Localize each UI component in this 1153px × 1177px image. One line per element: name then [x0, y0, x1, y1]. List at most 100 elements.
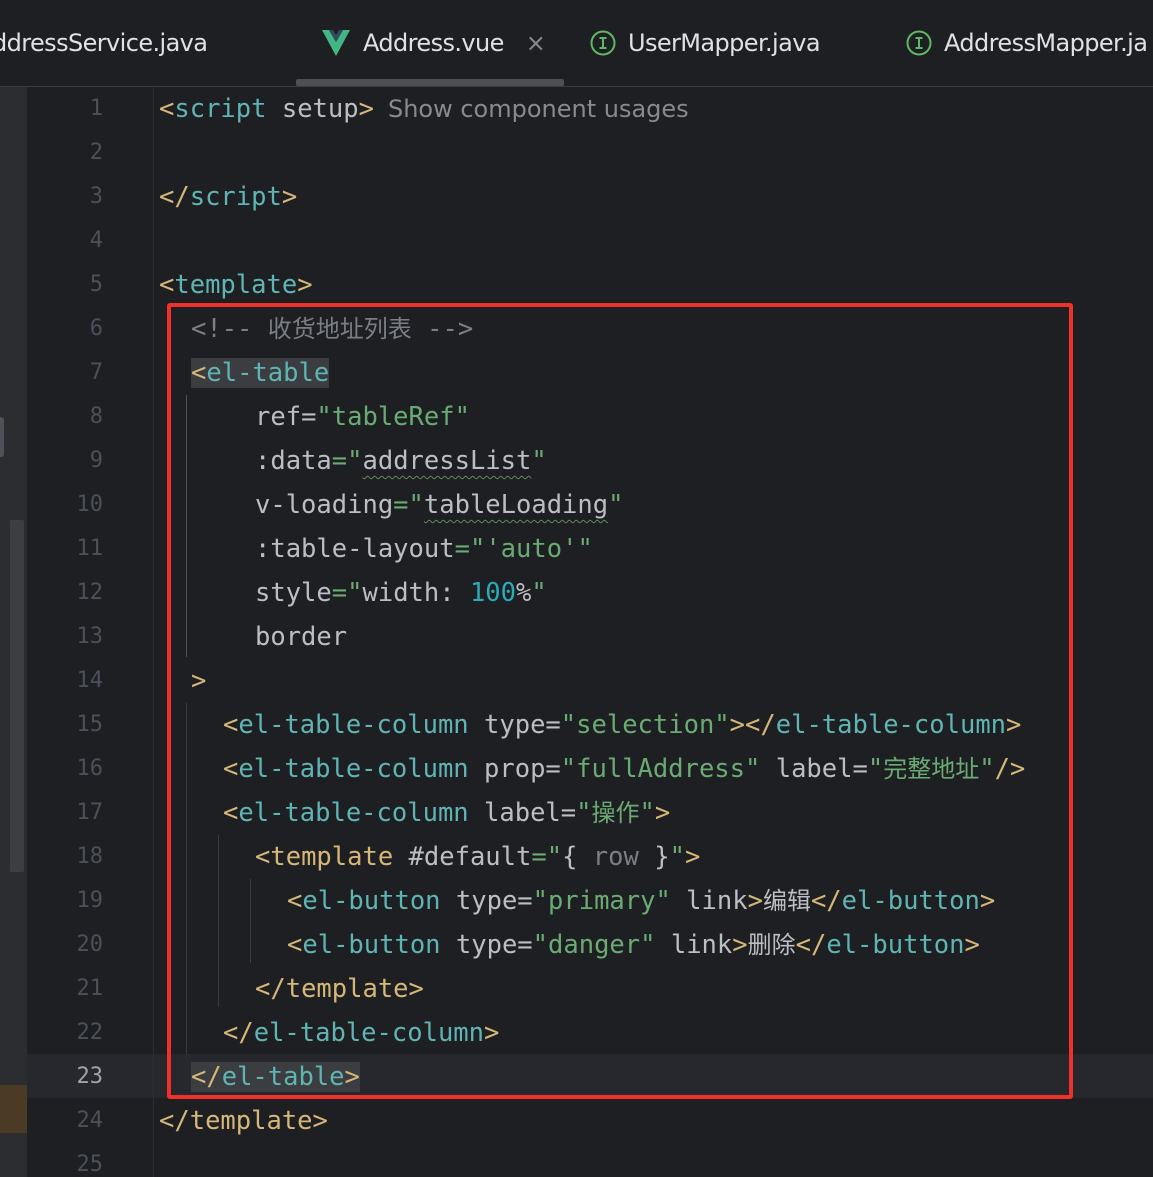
attribute: link [670, 886, 748, 916]
string: 完整地址 [883, 755, 980, 783]
string: "tableRef" [316, 402, 470, 432]
code-line-19: <el-button type="primary" link>编辑</el-bu… [287, 879, 995, 923]
attribute: label [760, 754, 853, 784]
code-line-23: </el-table> [191, 1055, 360, 1099]
line-number: 13 [76, 624, 104, 649]
matched-tag-highlight: </el-table> [191, 1062, 360, 1092]
string: =" [331, 446, 363, 476]
code-line-22: </el-table-column> [223, 1011, 499, 1055]
tag-bracket: </ [223, 1018, 254, 1048]
attribute: :data [255, 446, 332, 476]
expression: addressList [362, 446, 532, 476]
tag-bracket: </ [159, 182, 190, 212]
string: " [577, 534, 593, 564]
line-number: 22 [76, 1020, 104, 1045]
tag-bracket: < [287, 930, 303, 960]
code-line-5: <template> [159, 263, 313, 307]
inlay-hint-usages[interactable]: Show component usages [388, 95, 689, 123]
code-line-17: <el-table-column label="操作"> [223, 791, 670, 835]
string: "danger" [532, 930, 656, 960]
code-line-12: style="width: 100%" [255, 571, 547, 615]
tag-name: el-table [206, 358, 330, 388]
string: =" [454, 534, 486, 564]
string: =" [531, 842, 563, 872]
string: " [576, 798, 592, 828]
tag-bracket: < [223, 710, 239, 740]
tag-bracket: > [484, 1018, 500, 1048]
number: 100 [469, 578, 517, 608]
comment: --> [411, 314, 474, 344]
string: " [531, 446, 547, 476]
attribute: #default [393, 842, 532, 872]
line-number: 3 [89, 184, 103, 209]
line-number: 18 [76, 844, 104, 869]
code-line-1: <script setup> Show component usages [159, 87, 689, 131]
indent-guide [218, 835, 219, 1007]
string: 'auto' [485, 534, 578, 564]
operator: = [545, 710, 561, 740]
tag-bracket: < [223, 798, 239, 828]
code-line-7: <el-table [191, 351, 330, 395]
line-number: 8 [89, 404, 103, 429]
tag-bracket: < [223, 754, 239, 784]
string: " [979, 754, 995, 784]
string: " [639, 798, 655, 828]
code-line-10: v-loading="tableLoading" [255, 483, 623, 527]
attribute: label [468, 798, 561, 828]
line-number: 15 [76, 712, 104, 737]
code-area[interactable]: 1 2 3 4 5 6 7 8 9 10 11 12 13 14 15 16 1… [0, 0, 1153, 1177]
tag-bracket: /> [994, 754, 1026, 784]
tag-bracket: </ [255, 974, 286, 1004]
code-line-14: > [191, 659, 206, 703]
tag-bracket: < [255, 842, 271, 872]
string: =" [393, 490, 424, 520]
tag-bracket: > [979, 886, 996, 916]
line-number: 19 [76, 888, 104, 913]
line-number-gutter[interactable]: 1 2 3 4 5 6 7 8 9 10 11 12 13 14 15 16 1… [27, 87, 154, 1177]
line-number: 21 [76, 976, 104, 1001]
tag-name: el-table [221, 1062, 345, 1092]
tag-name: el-table-column [238, 710, 469, 740]
line-number: 20 [76, 932, 104, 957]
indent-guide [186, 395, 187, 657]
line-number: 9 [89, 448, 103, 473]
string: =" [331, 578, 363, 608]
tag-name: el-button [841, 886, 980, 916]
indent-guide [250, 879, 251, 963]
tag-bracket: < [159, 94, 175, 124]
operator: = [517, 930, 533, 960]
text-content: 编辑 [762, 887, 811, 915]
tag-name: el-table-column [775, 710, 1007, 740]
line-number: 14 [76, 668, 104, 693]
code-line-24: </template> [159, 1099, 328, 1143]
tag-name: el-table-column [238, 754, 469, 784]
code-line-18: <template #default="{ row }"> [255, 835, 700, 879]
tag-name: el-button [302, 930, 441, 960]
line-number: 6 [89, 316, 103, 341]
matched-tag-highlight: <el-table [191, 358, 330, 388]
tag-bracket: </ [191, 1062, 222, 1092]
tag-name: el-button [302, 886, 441, 916]
tag-bracket: > [344, 1062, 360, 1092]
string: " [608, 490, 624, 520]
tag-bracket: > [358, 94, 374, 124]
expression: { [562, 842, 593, 872]
tag-name: template [285, 974, 409, 1004]
line-number-current: 23 [76, 1064, 104, 1089]
tag-bracket: > [747, 886, 763, 916]
code-line-13: border [255, 615, 347, 659]
code-line-20: <el-button type="danger" link>删除</el-but… [287, 923, 980, 967]
tag-name: template [189, 1106, 313, 1136]
line-number: 2 [89, 140, 103, 165]
attribute: prop [468, 754, 546, 784]
string: " [531, 578, 547, 608]
tag-bracket: > [297, 270, 313, 300]
attribute: setup [266, 94, 359, 124]
tag-bracket: > [312, 1106, 328, 1136]
operator: = [301, 402, 317, 432]
attribute: ref [255, 402, 302, 432]
attribute: :table-layout [255, 534, 455, 564]
tag-bracket: < [191, 358, 207, 388]
tag-bracket: </ [795, 930, 827, 960]
tag-bracket: > [684, 842, 701, 872]
